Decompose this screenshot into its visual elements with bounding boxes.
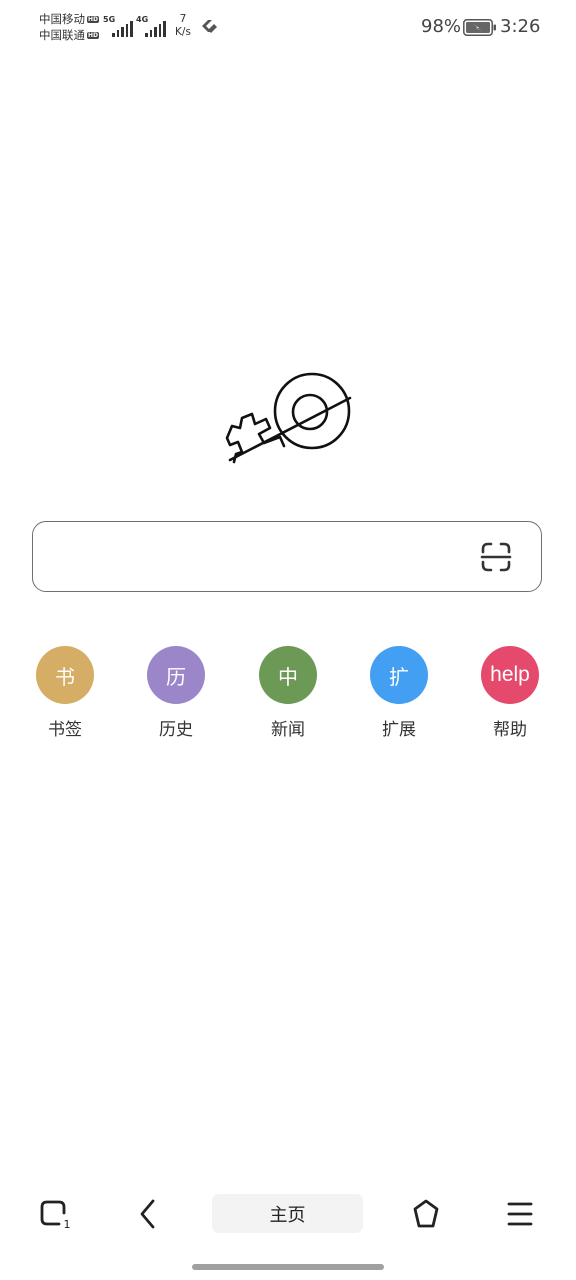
hd-badge: HD [87,31,100,39]
signal-1-icon: 5G [103,15,133,37]
scan-button[interactable] [476,539,516,575]
network-speed: 7 K/s [171,13,195,39]
home-icon [413,1199,439,1228]
shortcut-label: 新闻 [271,720,305,740]
search-input[interactable] [51,534,475,580]
shortcut-bookmarks[interactable]: 书 书签 [25,646,105,740]
shortcut-label: 历史 [159,720,193,740]
history-icon: 历 [147,646,205,704]
network-speed-value: 7 [179,13,187,25]
shortcut-history[interactable]: 历 历史 [136,646,216,740]
via-logo-icon [225,372,352,464]
carrier-info: 中国移动 HD 中国联通 HD [39,11,100,43]
extensions-icon: 扩 [370,646,428,704]
tabs-icon: 1 [40,1200,71,1231]
shortcut-help[interactable]: help 帮助 [470,646,550,740]
shortcut-label: 书签 [48,720,82,740]
home-button[interactable]: 主页 [212,1194,363,1233]
bottom-navigation: 1 主页 [0,1186,576,1242]
shortcut-label: 扩展 [382,720,416,740]
back-button[interactable] [126,1194,170,1234]
shortcut-label: 帮助 [493,720,527,740]
tabs-count: 1 [64,1218,71,1231]
carrier-2-name: 中国联通 [39,28,85,42]
network-speed-unit: K/s [175,26,191,38]
gesture-bar[interactable] [192,1264,384,1270]
signal-2-icon: 4G [136,15,166,37]
clock: 3:26 [500,16,541,37]
home-shortcut-button[interactable] [404,1194,448,1234]
tabs-button[interactable]: 1 [33,1194,77,1234]
menu-button[interactable] [498,1194,542,1234]
status-bar: 中国移动 HD 中国联通 HD 5G 4G 7 K/s 98% 3:26 [0,0,576,56]
shortcut-news[interactable]: 中 新闻 [248,646,328,740]
search-box[interactable] [32,521,542,592]
menu-icon [507,1202,533,1226]
battery-percent: 98% [421,16,462,37]
carrier-1-name: 中国移动 [39,12,85,26]
scan-icon [480,542,512,572]
help-icon: help [481,646,539,704]
bookmarks-icon: 书 [36,646,94,704]
hd-badge: HD [87,15,100,23]
battery-charging-icon [463,19,496,36]
back-icon [140,1199,155,1229]
news-icon: 中 [259,646,317,704]
shortcut-extensions[interactable]: 扩 扩展 [359,646,439,740]
link-icon [202,20,217,33]
